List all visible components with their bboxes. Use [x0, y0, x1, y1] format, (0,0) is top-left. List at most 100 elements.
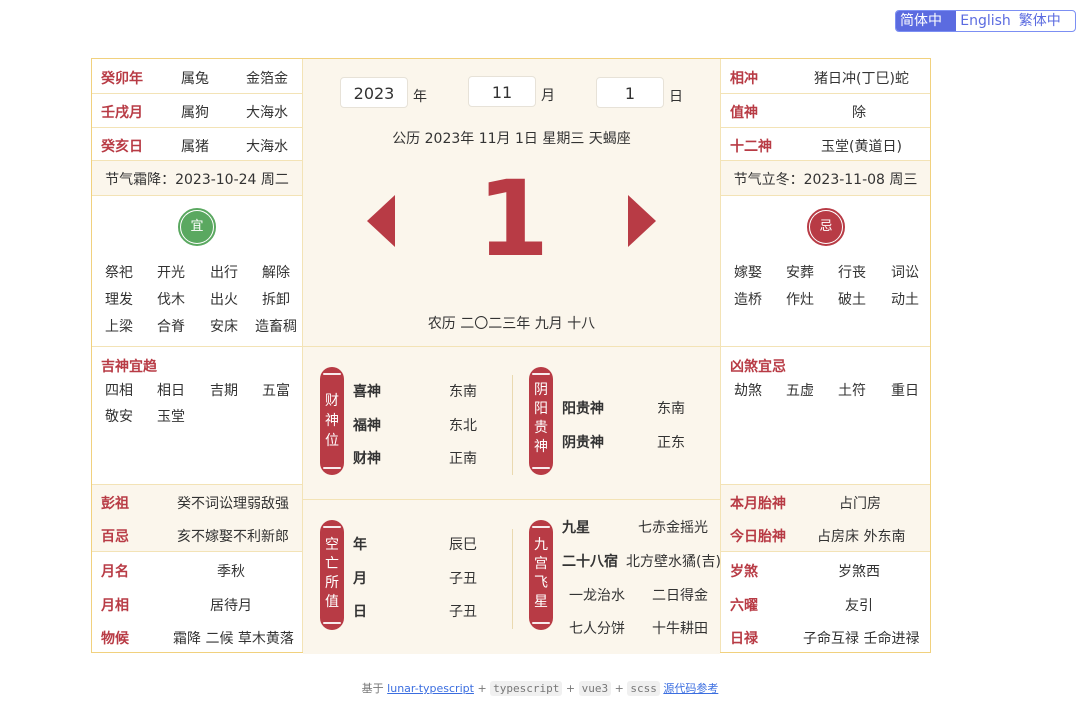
kongwang-day-value: 子丑	[449, 604, 477, 620]
yuexiang-value: 居待月	[210, 598, 252, 614]
xiongsha-item: 重日	[891, 383, 919, 399]
ji-item: 作灶	[786, 292, 814, 308]
day-unit: 日	[669, 89, 683, 105]
jiugong-pill: 九宫飞星	[529, 520, 553, 630]
ji-item: 安葬	[786, 265, 814, 281]
guiren-pill-text: 阴阳贵神	[534, 382, 548, 455]
yi-item: 出火	[210, 292, 238, 308]
yuexiang-label: 月相	[101, 598, 129, 614]
typescript-code: typescript	[490, 681, 563, 696]
yingui-label: 阴贵神	[562, 435, 604, 451]
kongwang-year-label: 年	[353, 537, 367, 553]
ji-item: 动土	[891, 292, 919, 308]
yingui-dir: 正东	[657, 435, 685, 451]
ji-item: 行丧	[838, 265, 866, 281]
prev-solar-term: 节气霜降：2023-10-24 周二	[105, 172, 289, 188]
shiershen-value: 玉堂(黄道日)	[821, 139, 902, 155]
right-column: 相冲 猪日冲(丁巳)蛇 值神 除 十二神 玉堂(黄道日) 节气立冬：2023-1…	[721, 59, 930, 654]
solar-date: 公历 2023年 11月 1日 星期三 天蝎座	[392, 131, 631, 147]
yi-item: 合脊	[157, 319, 185, 335]
prev-day-arrow-icon[interactable]	[367, 195, 395, 247]
wuhou-label: 物候	[101, 631, 129, 647]
year-input[interactable]: 2023	[340, 77, 408, 108]
jishen-item: 敬安	[105, 409, 133, 425]
month-animal: 属狗	[181, 105, 209, 121]
lang-english[interactable]: English	[956, 11, 1015, 31]
footer-plus: +	[565, 682, 576, 695]
ritai-label: 今日胎神	[730, 529, 786, 545]
guiren-pill: 阴阳贵神	[529, 367, 553, 475]
year-unit: 年	[413, 89, 427, 105]
baiji-value: 亥不嫁娶不利新郎	[177, 529, 289, 545]
jiuxing-value: 七赤金摇光	[638, 520, 708, 536]
jishen-item: 五富	[262, 383, 290, 399]
zhishen-label: 值神	[730, 105, 758, 121]
ji-item: 词讼	[891, 265, 919, 281]
yi-item: 理发	[105, 292, 133, 308]
caishen-dir: 正南	[449, 451, 477, 467]
xiongsha-item: 劫煞	[734, 383, 762, 399]
yi-item: 出行	[210, 265, 238, 281]
kongwang-month-label: 月	[353, 571, 367, 587]
next-solar-term: 节气立冬：2023-11-08 周三	[733, 172, 918, 188]
center-column: 2023 年 11 月 1 日 公历 2023年 11月 1日 星期三 天蝎座 …	[302, 59, 721, 654]
kongwang-year-value: 辰巳	[449, 537, 477, 553]
language-switch: 简体中文 English 繁体中文	[895, 10, 1076, 32]
liuyao-label: 六曜	[730, 598, 758, 614]
next-day-arrow-icon[interactable]	[628, 195, 656, 247]
yi-item: 造畜稠	[255, 319, 297, 335]
month-input[interactable]: 11	[468, 76, 536, 107]
rilu-value: 子命互禄 壬命进禄	[803, 631, 920, 647]
suisha-value: 岁煞西	[838, 564, 880, 580]
yanggui-dir: 东南	[657, 401, 685, 417]
lunar-date: 农历 二〇二三年 九月 十八	[427, 316, 596, 332]
xiongsha-item: 五虚	[786, 383, 814, 399]
ji-item: 破土	[838, 292, 866, 308]
caishen-pill: 财神位	[320, 367, 344, 475]
yi-item: 上梁	[105, 319, 133, 335]
zhishen-value: 除	[852, 105, 866, 121]
year-animal: 属兔	[181, 71, 209, 87]
yueming-value: 季秋	[217, 564, 245, 580]
day-input[interactable]: 1	[596, 77, 664, 108]
day-ganzhi: 癸亥日	[101, 139, 143, 155]
fushen-dir: 东北	[449, 418, 477, 434]
xiongsha-title: 凶煞宜忌	[730, 359, 786, 375]
xiongsha-item: 土符	[838, 383, 866, 399]
caishen-pill-text: 财神位	[325, 393, 339, 449]
pengzu-value: 癸不词讼理弱敌强	[177, 496, 289, 512]
rilu-label: 日禄	[730, 631, 758, 647]
yi-badge: 宜	[181, 211, 213, 243]
pengzu-label: 彭祖	[101, 496, 129, 512]
liuyao-value: 友引	[845, 598, 873, 614]
suisha-label: 岁煞	[730, 564, 758, 580]
chong-label: 相冲	[730, 71, 758, 87]
shiershen-label: 十二神	[730, 139, 772, 155]
month-nayin: 大海水	[246, 105, 288, 121]
baiji-label: 百忌	[101, 529, 129, 545]
kongwang-pill-text: 空亡所值	[325, 537, 339, 610]
scss-code: scss	[627, 681, 660, 696]
yi-item: 伐木	[157, 292, 185, 308]
jiugong-extra: 二日得金	[652, 588, 708, 604]
footer-plus: +	[614, 682, 624, 695]
jishen-item: 吉期	[210, 383, 238, 399]
month-unit: 月	[541, 88, 555, 104]
source-reference-link[interactable]: 源代码参考	[663, 682, 718, 695]
yanggui-label: 阳贵神	[562, 401, 604, 417]
xiu-label: 二十八宿	[562, 554, 618, 570]
month-ganzhi: 壬戌月	[101, 105, 143, 121]
jishen-item: 相日	[157, 383, 185, 399]
caishen-label: 财神	[353, 451, 381, 467]
jiugong-extra: 七人分饼	[569, 621, 625, 637]
calendar-panel: 癸卯年 属兔 金箔金 壬戌月 属狗 大海水 癸亥日 属猪 大海水 节气霜降：20…	[91, 58, 931, 654]
big-day-number: 1	[476, 158, 550, 280]
lang-traditional-chinese[interactable]: 繁体中文	[1015, 11, 1075, 31]
lang-simplified-chinese[interactable]: 简体中文	[896, 11, 957, 31]
ritai-value: 占房床 外东南	[817, 529, 906, 545]
footer-plus: +	[477, 682, 487, 695]
xishen-label: 喜神	[353, 384, 381, 400]
lunar-typescript-link[interactable]: lunar-typescript	[387, 682, 474, 695]
yuetai-label: 本月胎神	[730, 496, 786, 512]
kongwang-pill: 空亡所值	[320, 520, 344, 630]
